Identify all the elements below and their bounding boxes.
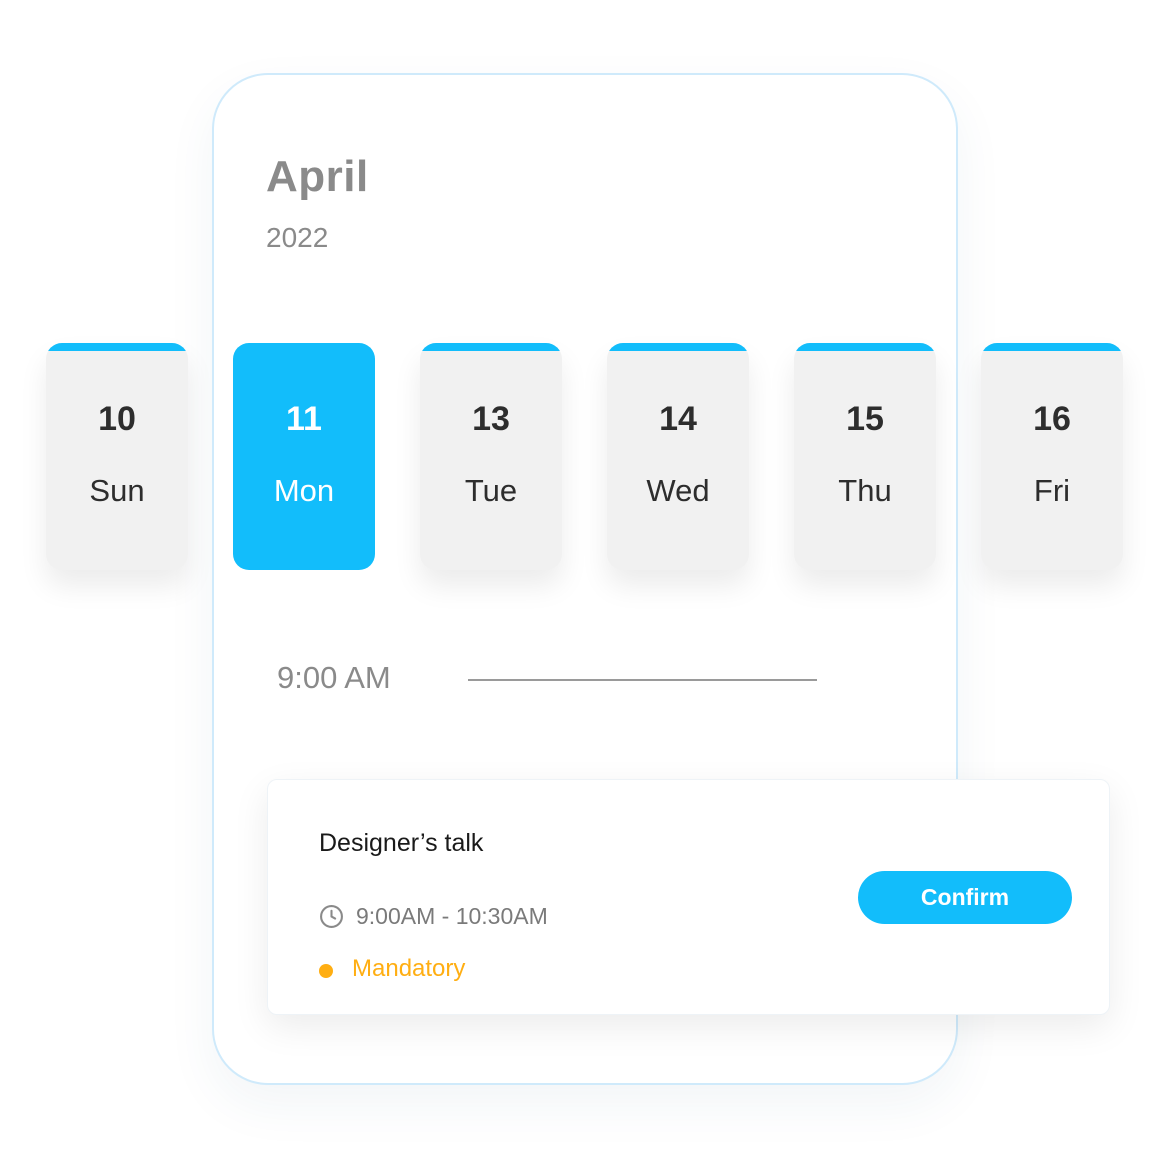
day-number: 14 xyxy=(659,400,697,438)
event-tag-mandatory: Mandatory xyxy=(352,955,466,982)
day-number: 16 xyxy=(1033,400,1071,438)
day-name: Sun xyxy=(89,473,145,508)
clock-icon xyxy=(320,905,343,928)
day-name: Thu xyxy=(838,473,892,508)
day-name: Fri xyxy=(1033,473,1071,508)
day-number: 15 xyxy=(846,400,884,438)
day-name: Tue xyxy=(464,473,518,508)
day-card-sun[interactable]: 10 Sun xyxy=(46,343,188,570)
event-title: Designer’s talk xyxy=(319,829,484,857)
day-card-tue[interactable]: 13 Tue xyxy=(420,343,562,570)
calendar-screen: April 2022 10 Sun 11 Mon 13 Tue 14 Wed 1… xyxy=(0,0,1172,1160)
day-card-fri[interactable]: 16 Fri xyxy=(981,343,1123,570)
day-card-accent-bar xyxy=(46,343,188,351)
confirm-button[interactable]: Confirm xyxy=(858,871,1072,924)
day-card-accent-bar xyxy=(794,343,936,351)
day-number: 10 xyxy=(98,400,136,438)
month-title: April xyxy=(266,152,369,201)
day-card-accent-bar xyxy=(420,343,562,351)
day-name: Mon xyxy=(273,473,335,508)
event-time-range: 9:00AM - 10:30AM xyxy=(356,903,548,929)
day-card-thu[interactable]: 15 Thu xyxy=(794,343,936,570)
day-number: 11 xyxy=(286,400,322,438)
timeline-time-label: 9:00 AM xyxy=(277,660,391,695)
day-card-wed[interactable]: 14 Wed xyxy=(607,343,749,570)
timeline-divider xyxy=(468,679,817,681)
day-card-accent-bar xyxy=(981,343,1123,351)
dot-icon xyxy=(319,964,333,978)
day-name: Wed xyxy=(646,473,710,508)
day-card-accent-bar xyxy=(607,343,749,351)
day-card-mon[interactable]: 11 Mon xyxy=(233,343,375,570)
day-number: 13 xyxy=(472,400,510,438)
year-label: 2022 xyxy=(266,222,329,253)
